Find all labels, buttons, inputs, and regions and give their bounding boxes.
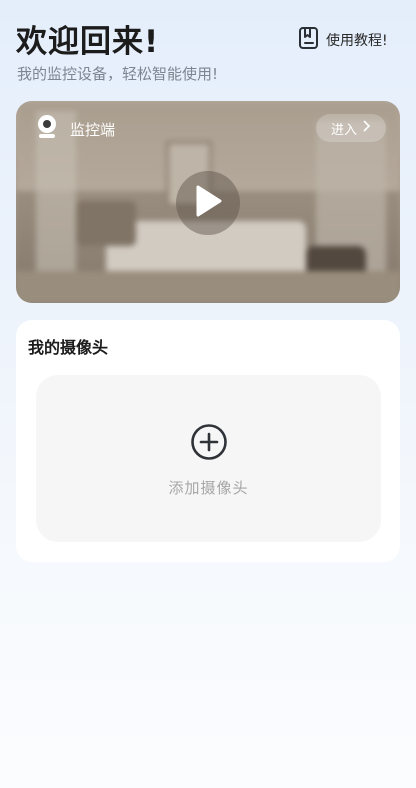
header: 欢迎回来! 我的监控设备，轻松智能使用! 使用教程! (0, 0, 416, 96)
add-camera-button[interactable]: 添加摄像头 (36, 375, 381, 542)
my-cameras-title: 我的摄像头 (28, 338, 109, 357)
enter-label: 进入 (330, 122, 357, 138)
monitor-card[interactable]: 监控端 进入 (16, 101, 400, 303)
add-camera-label: 添加摄像头 (168, 479, 249, 497)
chevron-right-icon (361, 120, 371, 136)
my-cameras-card: 我的摄像头 添加摄像头 (16, 320, 400, 562)
tutorial-button[interactable]: 使用教程! (298, 26, 388, 54)
enter-button[interactable]: 进入 (316, 114, 386, 142)
play-icon (193, 184, 223, 222)
camera-device-icon (36, 114, 58, 144)
tutorial-label: 使用教程! (326, 33, 388, 49)
page-title: 欢迎回来! (16, 24, 160, 60)
play-button[interactable] (176, 171, 240, 235)
monitor-label: 监控端 (70, 120, 116, 139)
book-icon (298, 26, 320, 54)
page-subtitle: 我的监控设备，轻松智能使用! (17, 65, 219, 83)
add-circle-icon (190, 423, 228, 465)
